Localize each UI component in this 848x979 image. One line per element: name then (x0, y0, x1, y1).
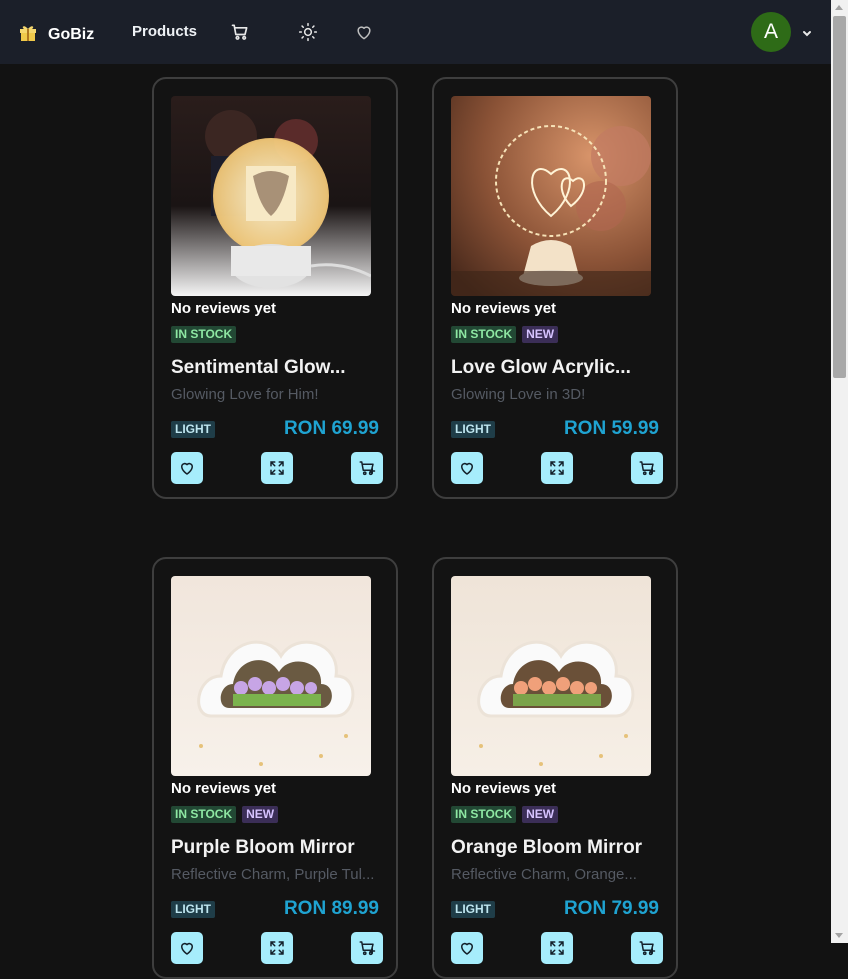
heart-icon[interactable] (353, 21, 375, 43)
review-status: No reviews yet (171, 780, 277, 797)
category-badge: LIGHT (451, 901, 495, 918)
product-card[interactable]: No reviews yet IN STOCK NEW Purple Bloom… (152, 557, 398, 979)
in-stock-badge: IN STOCK (451, 806, 517, 823)
product-price: RON 89.99 (283, 898, 379, 919)
category-badge: LIGHT (451, 421, 495, 438)
product-image[interactable] (451, 576, 651, 776)
product-card[interactable]: No reviews yet IN STOCK Sentimental Glow… (152, 77, 398, 499)
heart-icon (181, 942, 193, 955)
category-badge: LIGHT (171, 901, 215, 918)
user-avatar[interactable]: A (751, 12, 791, 52)
cart-plus-icon (359, 461, 376, 476)
chevron-down-icon[interactable] (800, 26, 814, 40)
product-image[interactable] (171, 576, 371, 776)
quick-view-button[interactable] (541, 932, 573, 964)
quick-view-button[interactable] (261, 452, 293, 484)
product-subtitle: Glowing Love in 3D! (451, 386, 586, 403)
product-card[interactable]: No reviews yet IN STOCK NEW Love Glow Ac… (432, 77, 678, 499)
new-badge: NEW (522, 806, 559, 823)
product-title[interactable]: Love Glow Acrylic... (451, 357, 663, 379)
nav-products-link[interactable]: Products (132, 23, 197, 40)
review-status: No reviews yet (171, 300, 277, 317)
in-stock-badge: IN STOCK (171, 806, 237, 823)
product-card[interactable]: No reviews yet IN STOCK NEW Orange Bloom… (432, 557, 678, 979)
add-to-favorites-button[interactable] (451, 452, 483, 484)
heart-icon (181, 462, 193, 475)
add-to-favorites-button[interactable] (171, 452, 203, 484)
in-stock-badge: IN STOCK (451, 326, 517, 343)
sun-icon[interactable] (297, 21, 319, 43)
category-badge: LIGHT (171, 421, 215, 438)
product-title[interactable]: Orange Bloom Mirror (451, 837, 663, 859)
review-status: No reviews yet (451, 780, 557, 797)
cart-plus-icon (359, 941, 376, 956)
expand-icon (270, 941, 284, 955)
add-to-cart-button[interactable] (631, 932, 663, 964)
add-to-cart-button[interactable] (631, 452, 663, 484)
brand-link[interactable]: GoBiz (18, 22, 94, 47)
badge-group: IN STOCK NEW (171, 806, 279, 823)
page-scrollbar[interactable] (831, 0, 848, 943)
quick-view-button[interactable] (261, 932, 293, 964)
heart-icon (461, 942, 473, 955)
add-to-cart-button[interactable] (351, 452, 383, 484)
product-image[interactable] (171, 96, 371, 296)
expand-icon (550, 461, 564, 475)
badge-group: IN STOCK (171, 326, 237, 343)
cart-icon[interactable] (229, 21, 251, 43)
product-subtitle: Glowing Love for Him! (171, 386, 319, 403)
product-title[interactable]: Sentimental Glow... (171, 357, 383, 379)
new-badge: NEW (242, 806, 279, 823)
scroll-down-arrow-icon[interactable] (835, 933, 843, 938)
quick-view-button[interactable] (541, 452, 573, 484)
add-to-favorites-button[interactable] (171, 932, 203, 964)
product-price: RON 69.99 (283, 418, 379, 439)
brand-name: GoBiz (48, 25, 95, 43)
add-to-cart-button[interactable] (351, 932, 383, 964)
in-stock-badge: IN STOCK (171, 326, 237, 343)
product-subtitle: Reflective Charm, Purple Tul... (171, 866, 375, 883)
expand-icon (270, 461, 284, 475)
new-badge: NEW (522, 326, 559, 343)
product-title[interactable]: Purple Bloom Mirror (171, 837, 383, 859)
top-navbar: GoBiz Products A (0, 0, 831, 64)
product-image[interactable] (451, 96, 651, 296)
scroll-up-arrow-icon[interactable] (835, 5, 843, 10)
add-to-favorites-button[interactable] (451, 932, 483, 964)
gift-icon (18, 22, 38, 47)
product-subtitle: Reflective Charm, Orange... (451, 866, 637, 883)
review-status: No reviews yet (451, 300, 557, 317)
badge-group: IN STOCK NEW (451, 806, 559, 823)
cart-plus-icon (639, 461, 656, 476)
heart-icon (461, 462, 473, 475)
expand-icon (550, 941, 564, 955)
cart-plus-icon (639, 941, 656, 956)
product-price: RON 59.99 (563, 418, 659, 439)
product-price: RON 79.99 (563, 898, 659, 919)
badge-group: IN STOCK NEW (451, 326, 559, 343)
scroll-thumb[interactable] (833, 16, 846, 378)
